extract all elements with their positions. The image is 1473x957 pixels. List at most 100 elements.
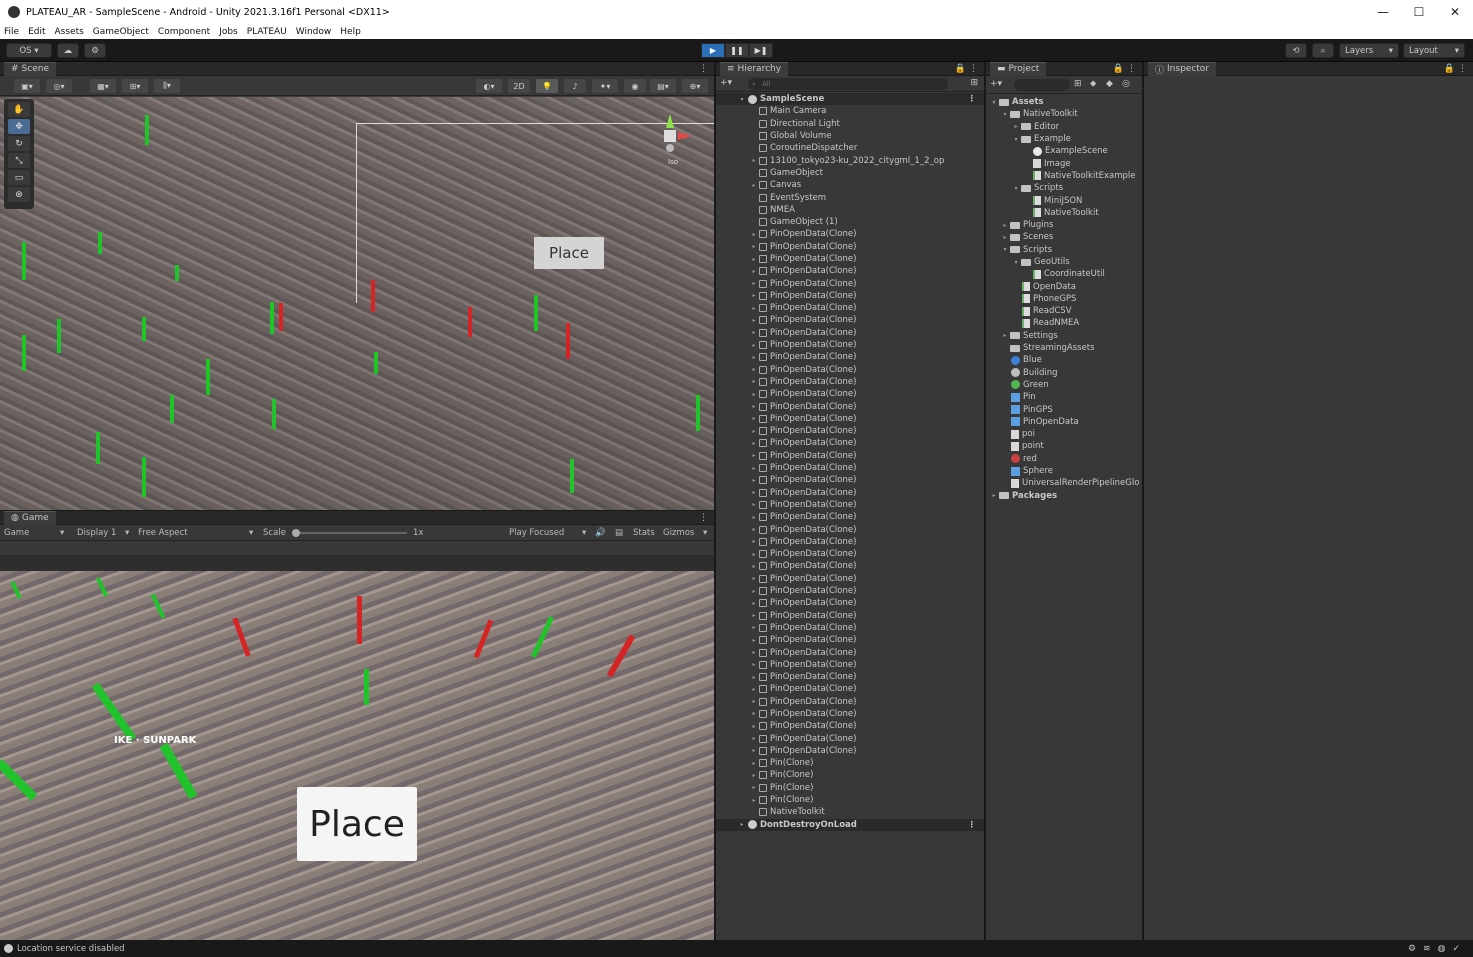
scale-slider[interactable] [292, 529, 407, 537]
menu-file[interactable]: File [4, 27, 19, 37]
project-item[interactable]: Pin [986, 391, 1142, 403]
hierarchy-item[interactable]: ▸ PinOpenData(Clone) [716, 720, 984, 732]
hierarchy-item[interactable]: ▸ PinOpenData(Clone) [716, 290, 984, 302]
expand-arrow-icon[interactable]: ▸ [750, 317, 758, 324]
panel-menu-icon[interactable]: ⋮ [699, 513, 708, 523]
hierarchy-item[interactable]: EventSystem [716, 191, 984, 203]
hierarchy-item[interactable]: NMEA [716, 204, 984, 216]
project-item[interactable]: PhoneGPS [986, 293, 1142, 305]
expand-arrow-icon[interactable]: ▸ [750, 292, 758, 299]
hierarchy-item[interactable]: ▸ PinOpenData(Clone) [716, 745, 984, 757]
project-item[interactable]: Green [986, 379, 1142, 391]
expand-arrow-icon[interactable]: ▾ [990, 99, 998, 106]
hierarchy-item[interactable]: Main Camera [716, 105, 984, 117]
expand-arrow-icon[interactable]: ▸ [750, 760, 758, 767]
minimize-button[interactable]: — [1365, 5, 1401, 19]
expand-arrow-icon[interactable]: ▸ [750, 674, 758, 681]
expand-arrow-icon[interactable]: ▸ [750, 501, 758, 508]
hierarchy-item[interactable]: ▸ PinOpenData(Clone) [716, 351, 984, 363]
rotate-tool-icon[interactable]: ↻ [8, 136, 30, 151]
expand-arrow-icon[interactable]: ▸ [750, 280, 758, 287]
hierarchy-item[interactable]: ▸ 13100_tokyo23-ku_2022_citygml_1_2_op [716, 154, 984, 166]
shading-dropdown[interactable]: ◐▾ [476, 79, 502, 93]
effects-dropdown[interactable]: ✦▾ [592, 79, 618, 93]
hierarchy-item[interactable]: ▸ PinOpenData(Clone) [716, 560, 984, 572]
expand-arrow-icon[interactable]: ▾ [1012, 136, 1020, 143]
progress-icon[interactable]: ◍ [1438, 944, 1453, 954]
lock-icon[interactable]: 🔒 [1444, 64, 1455, 74]
play-focused-dropdown[interactable]: Play Focused [509, 528, 564, 538]
expand-arrow-icon[interactable]: ▸ [1001, 234, 1009, 241]
project-item[interactable]: ▸ Plugins [986, 219, 1142, 231]
project-item[interactable]: ▾ GeoUtils [986, 256, 1142, 268]
hierarchy-item[interactable]: ▸ PinOpenData(Clone) [716, 646, 984, 658]
expand-arrow-icon[interactable]: ▸ [750, 710, 758, 717]
expand-arrow-icon[interactable]: ▸ [750, 231, 758, 238]
lock-icon[interactable]: 🔒 [955, 64, 966, 74]
project-item[interactable]: Sphere [986, 465, 1142, 477]
expand-arrow-icon[interactable]: ▾ [1001, 246, 1009, 253]
project-item[interactable]: point [986, 440, 1142, 452]
hierarchy-item[interactable]: ▸ PinOpenData(Clone) [716, 634, 984, 646]
project-item[interactable]: ▾ Scripts [986, 244, 1142, 256]
hierarchy-item[interactable]: ▸ PinOpenData(Clone) [716, 425, 984, 437]
maximize-button[interactable]: ☐ [1401, 5, 1437, 19]
expand-arrow-icon[interactable]: ▸ [750, 538, 758, 545]
hierarchy-item[interactable]: ▸ PinOpenData(Clone) [716, 671, 984, 683]
hierarchy-search-input[interactable]: ⌕ All [748, 78, 948, 90]
project-item[interactable]: ▸ Editor [986, 121, 1142, 133]
stats-button[interactable]: Stats [633, 528, 655, 538]
project-item[interactable]: ExampleScene [986, 145, 1142, 157]
hierarchy-scene-row[interactable]: ▾ SampleScene ⋮ [716, 93, 984, 106]
project-item[interactable]: poi [986, 428, 1142, 440]
hierarchy-item[interactable]: ▸ PinOpenData(Clone) [716, 364, 984, 376]
project-item[interactable]: ▾ Scripts [986, 182, 1142, 194]
expand-arrow-icon[interactable]: ▸ [1012, 123, 1020, 130]
debug-icon[interactable]: ⚙ [1408, 944, 1423, 954]
scene-viewport[interactable]: Place Iso [0, 97, 714, 510]
expand-arrow-icon[interactable]: ▸ [750, 686, 758, 693]
expand-arrow-icon[interactable]: ▸ [750, 403, 758, 410]
hierarchy-item[interactable]: ▸ PinOpenData(Clone) [716, 732, 984, 744]
scale-slider-handle[interactable] [292, 529, 300, 537]
audio-toggle-icon[interactable]: ♪ [564, 79, 586, 93]
expand-arrow-icon[interactable]: ▸ [750, 563, 758, 570]
status-message[interactable]: Location service disabled [17, 944, 125, 954]
account-dropdown[interactable]: OS ▾ [6, 43, 52, 58]
hierarchy-item[interactable]: ▸ PinOpenData(Clone) [716, 523, 984, 535]
menu-help[interactable]: Help [340, 27, 361, 37]
draw-mode-dropdown[interactable]: ▣▾ [14, 79, 40, 93]
panel-menu-icon[interactable]: ⋮ [1127, 64, 1136, 74]
hierarchy-item[interactable]: ▸ PinOpenData(Clone) [716, 585, 984, 597]
expand-arrow-icon[interactable]: ▸ [750, 649, 758, 656]
expand-arrow-icon[interactable]: ▸ [750, 477, 758, 484]
hierarchy-item[interactable]: ▸ PinOpenData(Clone) [716, 228, 984, 240]
menu-component[interactable]: Component [158, 27, 210, 37]
hierarchy-item[interactable]: ▸ PinOpenData(Clone) [716, 241, 984, 253]
hierarchy-item[interactable]: ▸ PinOpenData(Clone) [716, 499, 984, 511]
project-item[interactable]: ReadCSV [986, 305, 1142, 317]
expand-arrow-icon[interactable]: ▸ [750, 157, 758, 164]
project-item[interactable]: Image [986, 157, 1142, 169]
hierarchy-item[interactable]: ▸ PinOpenData(Clone) [716, 548, 984, 560]
hierarchy-item[interactable]: ▸ PinOpenData(Clone) [716, 609, 984, 621]
expand-arrow-icon[interactable]: ▸ [750, 612, 758, 619]
expand-arrow-icon[interactable]: ▸ [750, 428, 758, 435]
hierarchy-item[interactable]: ▸ PinOpenData(Clone) [716, 511, 984, 523]
expand-arrow-icon[interactable]: ▸ [990, 492, 998, 499]
add-button[interactable]: +▾ [720, 78, 732, 88]
panel-menu-icon[interactable]: ⋮ [969, 64, 978, 74]
menu-edit[interactable]: Edit [28, 27, 45, 37]
add-button[interactable]: +▾ [990, 79, 1002, 89]
hierarchy-item[interactable]: ▸ PinOpenData(Clone) [716, 327, 984, 339]
mode-2d-toggle[interactable]: 2D [508, 79, 530, 93]
pivot-dropdown[interactable]: ◎▾ [46, 79, 72, 93]
expand-arrow-icon[interactable]: ▸ [750, 354, 758, 361]
favorite-icon[interactable]: ◆ [1106, 79, 1113, 89]
hierarchy-item[interactable]: ▸ PinOpenData(Clone) [716, 253, 984, 265]
hierarchy-item[interactable]: ▸ PinOpenData(Clone) [716, 487, 984, 499]
hierarchy-item[interactable]: ▸ PinOpenData(Clone) [716, 339, 984, 351]
expand-arrow-icon[interactable]: ▸ [750, 415, 758, 422]
expand-arrow-icon[interactable]: ▸ [750, 305, 758, 312]
hierarchy-item[interactable]: ▸ PinOpenData(Clone) [716, 437, 984, 449]
